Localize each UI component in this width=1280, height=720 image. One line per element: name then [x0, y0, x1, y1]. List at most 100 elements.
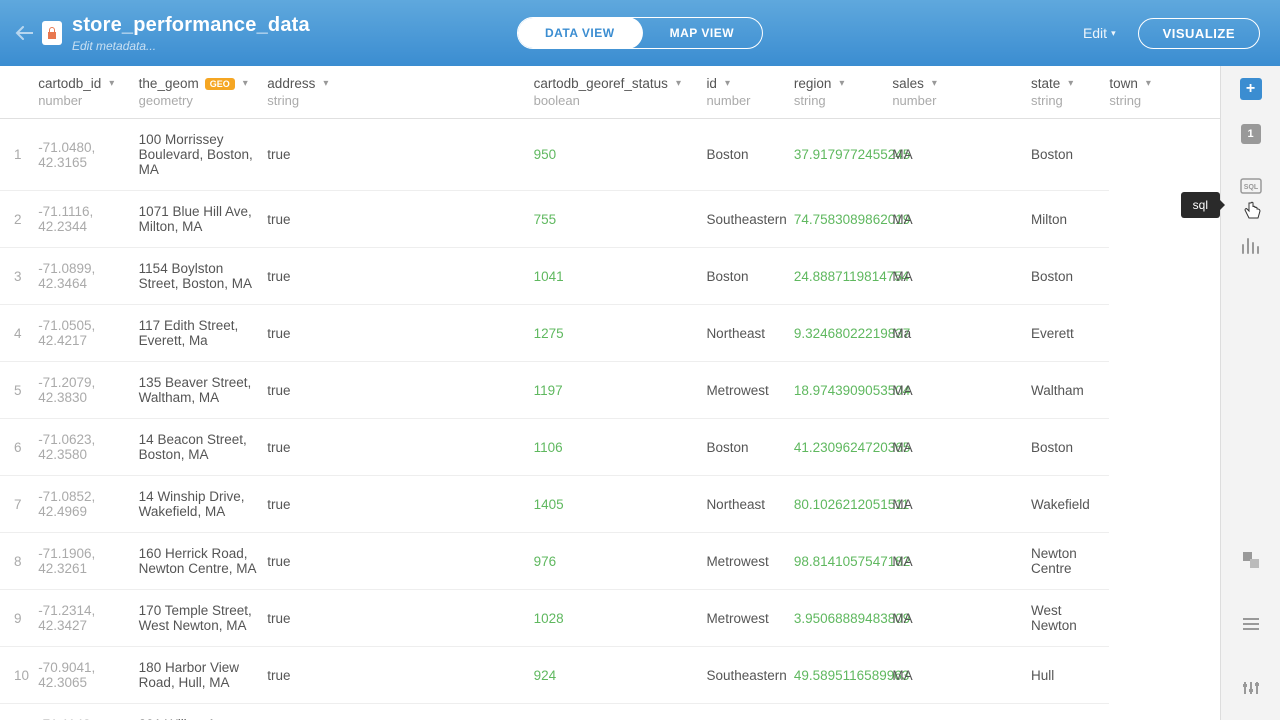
cell-georef[interactable]: true — [267, 590, 533, 647]
column-header-cartodb_georef_status[interactable]: cartodb_georef_statusboolean — [534, 66, 707, 119]
cell-georef[interactable]: true — [267, 704, 533, 720]
cell-state[interactable]: MA — [892, 533, 1031, 590]
cell-address[interactable]: 117 Edith Street, Everett, Ma — [139, 305, 268, 362]
table-row[interactable]: 10-70.9041, 42.3065180 Harbor View Road,… — [0, 647, 1220, 704]
cell-georef[interactable]: true — [267, 248, 533, 305]
cell-state[interactable]: MA — [892, 119, 1031, 191]
cell-sales[interactable]: 9.32468022219837 — [794, 305, 892, 362]
cell-georef[interactable]: true — [267, 305, 533, 362]
cell-id[interactable]: 1106 — [534, 419, 707, 476]
cell-georef[interactable]: true — [267, 647, 533, 704]
cell-sales[interactable]: 37.9179772455245 — [794, 119, 892, 191]
cell-address[interactable]: 14 Winship Drive, Wakefield, MA — [139, 476, 268, 533]
sql-panel-button[interactable]: SQL — [1233, 168, 1269, 204]
cell-town[interactable]: Somerville — [1031, 704, 1109, 720]
column-header-address[interactable]: addressstring — [267, 66, 533, 119]
cell-sales[interactable]: 51.1664975434542 — [794, 704, 892, 720]
cell-geom[interactable]: -71.2314, 42.3427 — [38, 590, 138, 647]
cell-georef[interactable]: true — [267, 533, 533, 590]
table-row[interactable]: 2-71.1116, 42.23441071 Blue Hill Ave, Mi… — [0, 191, 1220, 248]
data-view-tab[interactable]: DATA VIEW — [517, 17, 643, 49]
cell-id[interactable]: 1236 — [534, 704, 707, 720]
cell-sales[interactable]: 98.8141057547182 — [794, 533, 892, 590]
cell-address[interactable]: 160 Herrick Road, Newton Centre, MA — [139, 533, 268, 590]
column-header-cartodb_id[interactable]: cartodb_idnumber — [38, 66, 138, 119]
cell-address[interactable]: 201 Willow Ave., Somerville, MA — [139, 704, 268, 720]
cell-region[interactable]: Metrowest — [706, 533, 793, 590]
cell-region[interactable]: Northeast — [706, 476, 793, 533]
cell-id[interactable]: 1197 — [534, 362, 707, 419]
cell-state[interactable]: MA — [892, 362, 1031, 419]
cell-geom[interactable]: -71.0505, 42.4217 — [38, 305, 138, 362]
table-row[interactable]: 9-71.2314, 42.3427170 Temple Street, Wes… — [0, 590, 1220, 647]
visualize-button[interactable]: VISUALIZE — [1138, 18, 1260, 49]
edit-dropdown[interactable]: Edit ▾ — [1083, 25, 1116, 41]
cell-sales[interactable]: 24.8887119814754 — [794, 248, 892, 305]
table-row[interactable]: 4-71.0505, 42.4217117 Edith Street, Ever… — [0, 305, 1220, 362]
cell-id[interactable]: 1405 — [534, 476, 707, 533]
cell-id[interactable]: 976 — [534, 533, 707, 590]
cell-town[interactable]: Newton Centre — [1031, 533, 1109, 590]
cell-id[interactable]: 1041 — [534, 248, 707, 305]
cell-sales[interactable]: 49.5895116589963 — [794, 647, 892, 704]
cell-state[interactable]: MA — [892, 590, 1031, 647]
cell-id[interactable]: 755 — [534, 191, 707, 248]
dataset-title[interactable]: store_performance_data — [72, 14, 310, 37]
column-header-region[interactable]: regionstring — [794, 66, 892, 119]
column-header-state[interactable]: statestring — [1031, 66, 1109, 119]
column-header-town[interactable]: townstring — [1109, 66, 1220, 119]
cell-address[interactable]: 170 Temple Street, West Newton, MA — [139, 590, 268, 647]
cell-address[interactable]: 135 Beaver Street, Waltham, MA — [139, 362, 268, 419]
cell-geom[interactable]: -71.0480, 42.3165 — [38, 119, 138, 191]
cell-region[interactable]: Boston — [706, 419, 793, 476]
options-tool-button[interactable] — [1233, 670, 1269, 706]
cell-id[interactable]: 950 — [534, 119, 707, 191]
cell-region[interactable]: Metrowest — [706, 362, 793, 419]
cell-address[interactable]: 14 Beacon Street, Boston, MA — [139, 419, 268, 476]
cell-geom[interactable]: -71.0852, 42.4969 — [38, 476, 138, 533]
cell-address[interactable]: 1154 Boylston Street, Boston, MA — [139, 248, 268, 305]
cell-georef[interactable]: true — [267, 476, 533, 533]
column-header-id[interactable]: idnumber — [706, 66, 793, 119]
cell-region[interactable]: Northeast — [706, 305, 793, 362]
cell-georef[interactable]: true — [267, 362, 533, 419]
cell-town[interactable]: Milton — [1031, 191, 1109, 248]
cell-id[interactable]: 1028 — [534, 590, 707, 647]
cell-georef[interactable]: true — [267, 419, 533, 476]
cell-region[interactable]: Metrowest — [706, 704, 793, 720]
cell-address[interactable]: 1071 Blue Hill Ave, Milton, MA — [139, 191, 268, 248]
table-row[interactable]: 8-71.1906, 42.3261160 Herrick Road, Newt… — [0, 533, 1220, 590]
cell-region[interactable]: Southeastern — [706, 191, 793, 248]
cell-town[interactable]: Boston — [1031, 119, 1109, 191]
cell-id[interactable]: 1275 — [534, 305, 707, 362]
cell-geom[interactable]: -71.0899, 42.3464 — [38, 248, 138, 305]
cell-geom[interactable]: -71.0623, 42.3580 — [38, 419, 138, 476]
cell-state[interactable]: Ma — [892, 305, 1031, 362]
merge-tool-button[interactable] — [1233, 542, 1269, 578]
cell-georef[interactable]: true — [267, 191, 533, 248]
cell-id[interactable]: 924 — [534, 647, 707, 704]
cell-town[interactable]: Boston — [1031, 419, 1109, 476]
cell-sales[interactable]: 80.1026212051511 — [794, 476, 892, 533]
cell-georef[interactable]: true — [267, 119, 533, 191]
cell-state[interactable]: MA — [892, 647, 1031, 704]
cell-sales[interactable]: 18.9743909053504 — [794, 362, 892, 419]
cell-geom[interactable]: -70.9041, 42.3065 — [38, 647, 138, 704]
table-row[interactable]: 1-71.0480, 42.3165100 Morrissey Boulevar… — [0, 119, 1220, 191]
add-column-button[interactable]: + — [1240, 78, 1262, 100]
cell-state[interactable]: MA — [892, 248, 1031, 305]
rows-tool-button[interactable] — [1233, 606, 1269, 642]
cell-region[interactable]: Southeastern — [706, 647, 793, 704]
map-view-tab[interactable]: MAP VIEW — [642, 18, 762, 48]
cell-town[interactable]: Boston — [1031, 248, 1109, 305]
cell-town[interactable]: Wakefield — [1031, 476, 1109, 533]
layer-number-badge[interactable]: 1 — [1241, 124, 1261, 144]
cell-state[interactable]: MA — [892, 419, 1031, 476]
cell-town[interactable]: Waltham — [1031, 362, 1109, 419]
column-header-the_geom[interactable]: the_geomGEOgeometry — [139, 66, 268, 119]
metadata-subtitle[interactable]: Edit metadata... — [72, 39, 310, 53]
cell-state[interactable]: MA — [892, 704, 1031, 720]
cell-sales[interactable]: 41.2309624720365 — [794, 419, 892, 476]
cell-town[interactable]: West Newton — [1031, 590, 1109, 647]
cell-sales[interactable]: 74.7583089862019 — [794, 191, 892, 248]
